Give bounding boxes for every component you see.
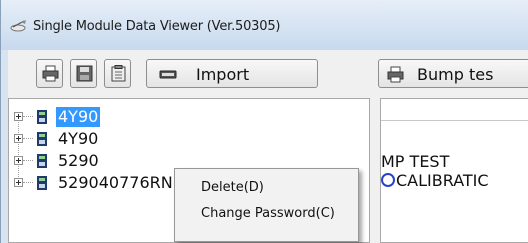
- clipboard-button[interactable]: [104, 59, 131, 88]
- tree-item[interactable]: 4Y90: [9, 107, 369, 129]
- menu-item-label: Change Password(C): [201, 206, 335, 221]
- satellite-dish-icon: [10, 20, 26, 32]
- tree-connector-h: [23, 116, 33, 117]
- print-button[interactable]: [36, 59, 63, 88]
- client-area: Import Bump tes 4Y90 4Y90 5290 529040776…: [8, 50, 528, 243]
- status-circle-icon: [381, 173, 395, 187]
- context-menu: Delete(D) Change Password(C): [174, 168, 359, 242]
- tree-item-label: 529040776RN: [58, 173, 173, 192]
- tree-item-label: 5290: [58, 151, 99, 170]
- tree-connector-h: [23, 160, 33, 161]
- tree-item-label: 4Y90: [56, 107, 101, 127]
- tree-connector-h: [23, 138, 33, 139]
- import-button[interactable]: Import: [146, 59, 318, 88]
- bump-test-label: Bump tes: [417, 65, 494, 84]
- bump-test-text: MP TEST: [381, 152, 450, 171]
- bump-test-entry[interactable]: MP TEST: [381, 152, 449, 171]
- import-label: Import: [196, 65, 250, 84]
- expand-icon[interactable]: [14, 178, 23, 187]
- module-icon: [37, 110, 47, 124]
- tree-connector-h: [23, 182, 33, 183]
- printer-icon: [387, 66, 404, 83]
- menu-item-delete[interactable]: Delete(D): [175, 176, 358, 202]
- panel-header: [381, 99, 528, 121]
- tree-item[interactable]: 4Y90: [9, 129, 369, 151]
- printer-icon: [42, 65, 59, 82]
- test-list-panel[interactable]: MP TEST CALIBRATIC: [380, 98, 528, 243]
- menu-item-label: Delete(D): [201, 180, 264, 195]
- calibration-text: CALIBRATIC: [396, 171, 489, 190]
- save-button[interactable]: [70, 59, 97, 88]
- floppy-disk-icon: [76, 65, 93, 82]
- app-window: Single Module Data Viewer (Ver.50305) Im…: [0, 0, 528, 243]
- tree-item-label: 4Y90: [58, 129, 99, 148]
- clipboard-icon: [111, 65, 126, 82]
- menu-item-change-password[interactable]: Change Password(C): [175, 202, 358, 228]
- window-title: Single Module Data Viewer (Ver.50305): [33, 19, 281, 34]
- calibration-entry[interactable]: CALIBRATIC: [381, 171, 489, 190]
- expand-icon[interactable]: [14, 112, 23, 121]
- module-icon: [37, 132, 47, 146]
- expand-icon[interactable]: [14, 134, 23, 143]
- title-bar[interactable]: Single Module Data Viewer (Ver.50305): [1, 0, 528, 50]
- import-icon: [159, 70, 177, 79]
- module-icon: [37, 176, 47, 190]
- module-icon: [37, 154, 47, 168]
- bump-test-button[interactable]: Bump tes: [378, 59, 528, 88]
- expand-icon[interactable]: [14, 156, 23, 165]
